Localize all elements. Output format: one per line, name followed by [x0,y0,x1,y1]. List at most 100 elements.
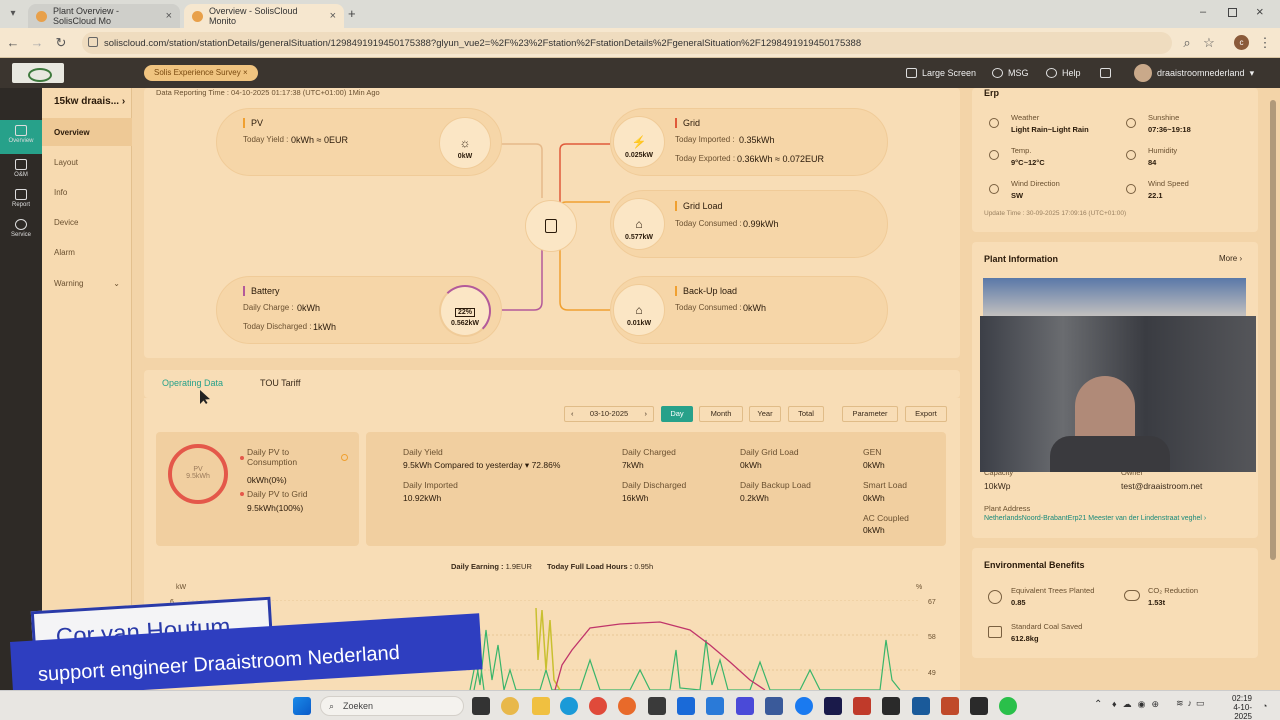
large-screen-button[interactable]: Large Screen [906,58,976,88]
back-icon[interactable]: ← [4,34,22,52]
after-effects-icon[interactable] [824,697,842,715]
tab-operating-data[interactable]: Operating Data [162,378,223,388]
battery-discharge-label: Today Discharged : [243,322,312,331]
maximize-button[interactable] [1228,8,1237,17]
reload-icon[interactable]: ↻ [52,34,70,52]
nav-report[interactable]: Report [0,184,42,218]
date-picker[interactable]: ‹ 03-10-2025 › [564,406,654,422]
total-button[interactable]: Total [788,406,824,422]
zoom-icon[interactable]: ⌕ [1178,34,1196,52]
whatsapp-icon[interactable] [999,697,1017,715]
app-icon[interactable] [736,697,754,715]
export-header-button[interactable] [1100,58,1111,88]
earning-value: 1.9EUR [505,562,532,571]
taskbar-search[interactable]: ⌕ Zoeken [320,696,464,716]
close-survey-icon[interactable]: × [243,68,248,77]
help-button[interactable]: Help [1046,58,1081,88]
pv-consumption-label: Daily PV to Consumption [247,447,298,467]
plant-photo [983,278,1246,318]
erp-title: Erp [984,88,1000,98]
grid-color-bar [675,118,677,128]
avatar [1134,64,1152,82]
prev-date-icon[interactable]: ‹ [571,407,574,421]
bookmark-star-icon[interactable]: ☆ [1200,34,1218,52]
file-explorer-icon[interactable] [532,697,550,715]
info-icon[interactable] [341,454,348,461]
subnav-item-overview[interactable]: Overview [42,118,132,146]
system-tray-icons[interactable]: ♦☁◉⊕ [1112,699,1172,710]
photos-icon[interactable] [706,697,724,715]
power-tower-icon: ⚡ [631,135,647,149]
tab-list-chevron-icon[interactable]: ▾ [4,5,22,23]
subnav-item-device[interactable]: Device [42,208,132,236]
minimize-button[interactable]: – [1200,6,1206,18]
edge-icon[interactable] [560,697,578,715]
tray-chevron-icon[interactable]: ⌃ [1094,699,1102,710]
gridload-node[interactable]: ⌂ 0.577kW Grid Load Today Consumed : 0.99… [610,190,888,258]
facebook-icon[interactable] [795,697,813,715]
browser-menu-icon[interactable]: ⋮ [1256,34,1274,52]
backup-title: Back-Up load [683,286,738,296]
close-window-button[interactable]: × [1256,4,1264,19]
app-icon[interactable] [765,697,783,715]
address-link[interactable]: NetherlandsNoord-BrabantErp21 Meester va… [984,515,1206,522]
survey-label: Solis Experience Survey [154,68,241,77]
firefox-icon[interactable] [618,697,636,715]
subnav-item-alarm[interactable]: Alarm [42,238,132,266]
battery-node[interactable]: Battery Daily Charge : 0kWh Today Discha… [216,276,502,344]
month-button[interactable]: Month [699,406,743,422]
day-button[interactable]: Day [661,406,693,422]
nav-overview[interactable]: Overview [0,120,42,154]
msg-button[interactable]: MSG [992,58,1029,88]
page-scrollbar[interactable] [1270,100,1276,560]
pv-node[interactable]: PV Today Yield : 0kWh ≈ 0EUR ☼ 0kW [216,108,502,176]
clock[interactable]: 02:19 4-10-2025 [1220,694,1252,720]
app-icon[interactable] [970,697,988,715]
address-bar[interactable]: soliscloud.com/station/stationDetails/ge… [82,32,1172,54]
gridload-power: 0.577kW [624,234,654,241]
task-view-icon[interactable] [472,697,490,715]
app-icon[interactable] [882,697,900,715]
app-icon[interactable] [941,697,959,715]
notification-icon[interactable]: ◔ [1262,701,1267,711]
chrome-icon[interactable] [589,697,607,715]
nav-om[interactable]: O&M [0,154,42,188]
nav-service[interactable]: Service [0,214,42,248]
parameter-button[interactable]: Parameter [842,406,898,422]
inverter-node[interactable] [525,200,577,252]
windows-start-icon[interactable] [293,697,311,715]
more-link[interactable]: More › [1219,254,1242,263]
grid-node[interactable]: ⚡ 0.025kW Grid Today Imported : 0.35kWh T… [610,108,888,176]
forward-icon[interactable]: → [28,34,46,52]
survey-banner[interactable]: Solis Experience Survey × [144,65,258,81]
subnav-item-info[interactable]: Info [42,178,132,206]
browser-tab-overview[interactable]: Overview - SolisCloud Monito × [184,4,344,28]
widget-icon[interactable] [501,697,519,715]
subnav-item-layout[interactable]: Layout [42,148,132,176]
subnav-item-warning[interactable]: Warning ⌄ [42,269,132,297]
daily-charged-value: 7kWh [622,460,644,470]
profile-avatar[interactable]: c [1234,35,1249,50]
backup-node[interactable]: ⌂ 0.01kW Back-Up load Today Consumed : 0k… [610,276,888,344]
site-info-icon[interactable] [88,37,98,47]
gridload-color-bar [675,201,677,211]
outlook-icon[interactable] [677,697,695,715]
station-selector[interactable]: 15kw draais... › [54,96,125,107]
tab-tou-tariff[interactable]: TOU Tariff [260,378,301,388]
close-tab-icon[interactable]: × [166,10,172,22]
app-icon[interactable] [912,697,930,715]
export-button[interactable]: Export [905,406,947,422]
user-menu[interactable]: draaistroomnederland ▾ [1134,58,1254,88]
close-tab-icon[interactable]: × [330,10,336,22]
network-volume-icons[interactable]: ≋♪▭ [1176,698,1216,709]
windows-taskbar: ⌕ Zoeken ⌃ ♦☁◉⊕ ≋♪▭ 02:19 4-10-2025 ◔ [0,690,1280,720]
year-button[interactable]: Year [749,406,781,422]
app-icon[interactable] [853,697,871,715]
wind-speed-icon [1126,184,1136,194]
solis-logo[interactable] [12,63,64,83]
yield-pct: 72.86% [531,460,561,470]
browser-tab-plant-overview[interactable]: Plant Overview - SolisCloud Mo × [28,4,180,28]
new-tab-button[interactable]: + [348,6,356,21]
next-date-icon[interactable]: › [645,407,648,421]
store-icon[interactable] [648,697,666,715]
